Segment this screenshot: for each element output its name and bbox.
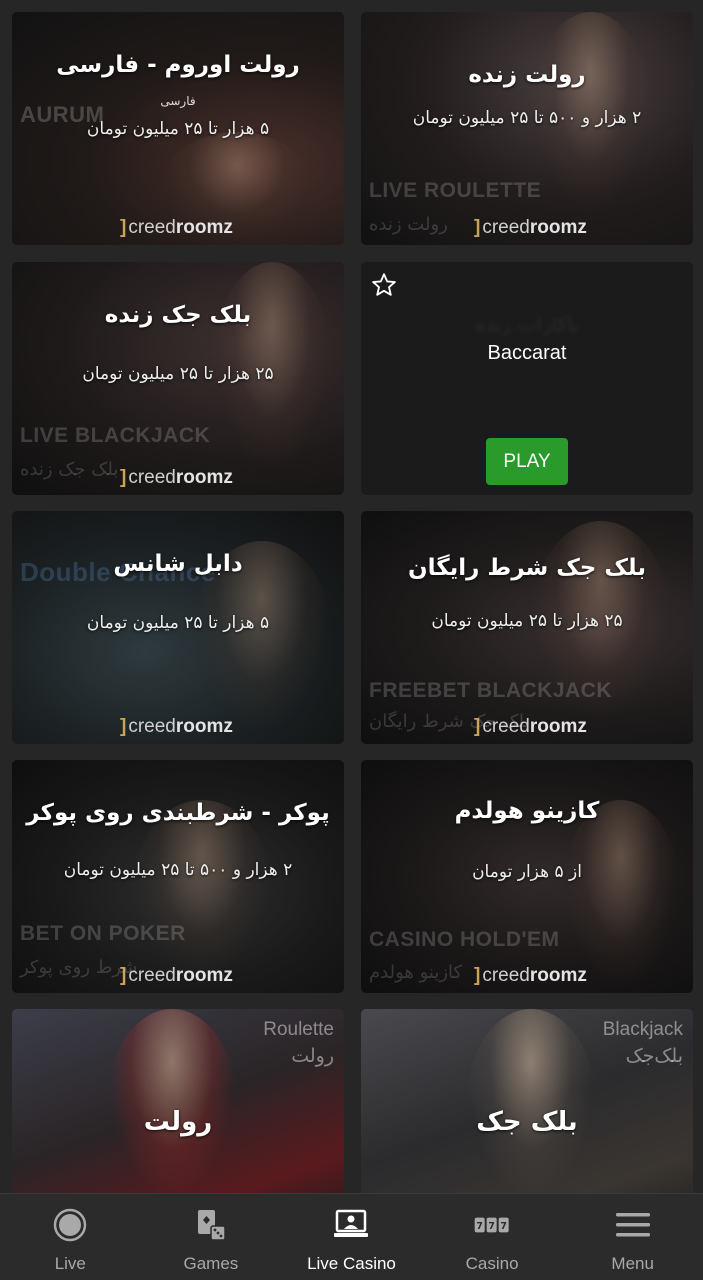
corner-label-fa: بلک‌جک xyxy=(625,1045,683,1067)
nav-label: Games xyxy=(183,1254,239,1273)
svg-text:7: 7 xyxy=(476,1221,483,1232)
bg-watermark: CASINO HOLD'EM xyxy=(369,928,560,951)
card-stakes: ۵ هزار تا ۲۵ میلیون تومان xyxy=(86,613,270,633)
game-card-double-chance[interactable]: Double Chance دابل شانس ۵ هزار تا ۲۵ میل… xyxy=(12,511,344,744)
brand-logo: ] creedroomz xyxy=(120,467,233,488)
live-circle-icon xyxy=(52,1208,88,1242)
game-grid: AURUM رولت اوروم - فارسی فارسی ۵ هزار تا… xyxy=(0,0,703,1193)
game-card-blackjack[interactable]: Blackjack بلک‌جک بلک جک xyxy=(361,1009,693,1193)
card-stakes: ۲ هزار و ۵۰۰ تا ۲۵ میلیون تومان xyxy=(63,860,293,880)
brand-logo: ] creedroomz xyxy=(474,217,587,238)
bg-watermark: BET ON POKER xyxy=(20,922,186,945)
bg-watermark: FREEBET BLACKJACK xyxy=(369,679,613,702)
corner-label-en: Blackjack xyxy=(602,1019,683,1040)
card-title: بلک جک xyxy=(476,1107,578,1137)
game-card-live-roulette[interactable]: رولت زنده ۲ هزار و ۵۰۰ تا ۲۵ میلیون توما… xyxy=(361,12,693,245)
card-title: بلک جک شرط رایگان xyxy=(408,555,646,581)
nav-item-menu[interactable]: Menu xyxy=(562,1194,703,1280)
nav-label: Casino xyxy=(465,1254,519,1273)
hamburger-icon xyxy=(615,1208,651,1242)
nav-label: Live xyxy=(54,1254,86,1273)
card-stakes: ۲ هزار و ۵۰۰ تا ۲۵ میلیون تومان xyxy=(412,108,642,128)
dealer-image xyxy=(107,1009,237,1193)
card-stakes: از ۵ هزار تومان xyxy=(472,862,582,882)
dealer-image xyxy=(132,800,272,980)
nav-label: Live Casino xyxy=(307,1254,396,1273)
card-title: رولت اوروم - فارسی xyxy=(56,52,300,78)
brand-logo: ] creedroomz xyxy=(474,965,587,986)
card-language: فارسی xyxy=(160,94,196,108)
corner-label-fa: رولت xyxy=(291,1045,334,1067)
dealer-icon xyxy=(333,1208,369,1242)
card-title: رولت xyxy=(143,1107,213,1137)
svg-text:7: 7 xyxy=(500,1221,507,1232)
game-card-freebet-blackjack[interactable]: بلک جک شرط رایگان ۲۵ هزار تا ۲۵ میلیون ت… xyxy=(361,511,693,744)
corner-label-en: Roulette xyxy=(263,1019,334,1040)
favorite-star-icon[interactable] xyxy=(370,271,398,299)
play-button[interactable]: PLAY xyxy=(486,438,568,485)
game-card-baccarat[interactable]: باکارات زنده Baccarat PLAY xyxy=(361,262,693,495)
nav-label: Menu xyxy=(611,1254,654,1273)
nav-item-live[interactable]: Live xyxy=(0,1194,141,1280)
card-title: رولت زنده xyxy=(468,62,586,88)
brand-logo: ] creedroomz xyxy=(120,716,233,737)
bg-watermark: LIVE BLACKJACK xyxy=(20,424,211,447)
slot-777-icon: 7 7 7 xyxy=(474,1208,510,1242)
game-card-aurum-roulette[interactable]: AURUM رولت اوروم - فارسی فارسی ۵ هزار تا… xyxy=(12,12,344,245)
card-stakes: ۵ هزار تا ۲۵ میلیون تومان xyxy=(86,119,270,139)
bg-watermark-fa: رولت زنده xyxy=(369,214,448,235)
card-title: دابل شانس xyxy=(113,551,243,577)
bottom-nav: Live Games Live Casino 7 7 7 Casino Menu xyxy=(0,1193,703,1280)
dealer-image xyxy=(561,800,681,990)
brand-logo: ] creedroomz xyxy=(120,217,233,238)
bg-watermark-fa: بلک جک زنده xyxy=(20,459,119,480)
brand-logo: ] creedroomz xyxy=(474,716,587,737)
card-title: پوکر - شرطبندی روی پوکر xyxy=(26,800,330,826)
game-card-bet-on-poker[interactable]: پوکر - شرطبندی روی پوکر ۲ هزار و ۵۰۰ تا … xyxy=(12,760,344,993)
cards-dice-icon xyxy=(193,1208,229,1242)
bg-watermark: LIVE ROULETTE xyxy=(369,179,542,202)
card-title: Baccarat xyxy=(487,342,567,364)
game-card-casino-holdem[interactable]: کازینو هولدم از ۵ هزار تومان CASINO HOLD… xyxy=(361,760,693,993)
game-card-live-blackjack[interactable]: بلک جک زنده ۲۵ هزار تا ۲۵ میلیون تومان L… xyxy=(12,262,344,495)
card-stakes: ۲۵ هزار تا ۲۵ میلیون تومان xyxy=(82,364,274,384)
nav-item-games[interactable]: Games xyxy=(141,1194,282,1280)
svg-text:7: 7 xyxy=(488,1221,495,1232)
card-title: کازینو هولدم xyxy=(454,798,600,824)
dealer-image xyxy=(466,1009,596,1193)
game-card-roulette[interactable]: Roulette رولت رولت xyxy=(12,1009,344,1193)
bg-watermark-fa: کازینو هولدم xyxy=(369,962,463,983)
nav-item-casino[interactable]: 7 7 7 Casino xyxy=(422,1194,563,1280)
card-title: بلک جک زنده xyxy=(104,302,252,328)
blurred-title-fa: باکارات زنده xyxy=(475,312,579,336)
brand-logo: ] creedroomz xyxy=(120,965,233,986)
card-stakes: ۲۵ هزار تا ۲۵ میلیون تومان xyxy=(431,611,623,631)
nav-item-live-casino[interactable]: Live Casino xyxy=(281,1194,422,1280)
